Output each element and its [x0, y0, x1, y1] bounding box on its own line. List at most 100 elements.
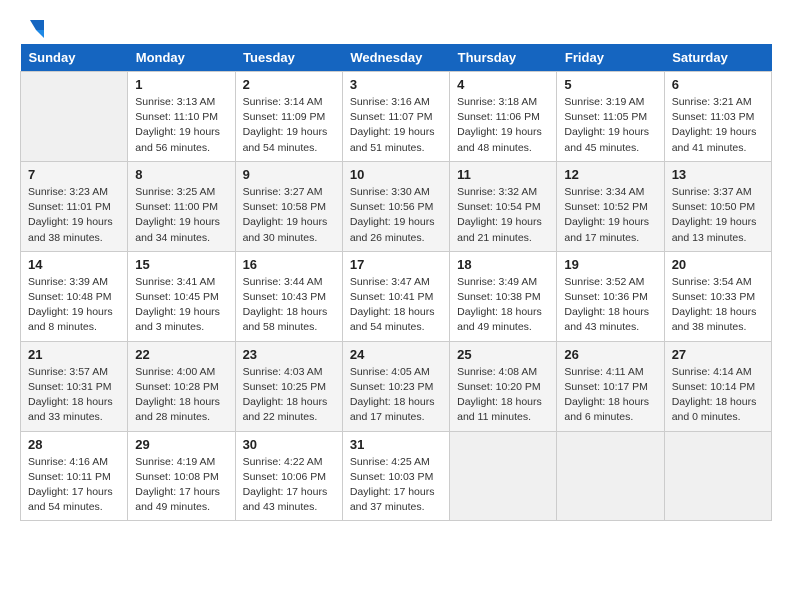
logo — [20, 16, 44, 38]
calendar-day: 6Sunrise: 3:21 AMSunset: 11:03 PMDayligh… — [664, 72, 771, 162]
day-number: 10 — [350, 167, 442, 182]
calendar-day: 26 Sunrise: 4:11 AMSunset: 10:17 PMDaylig… — [557, 341, 664, 431]
calendar-day: 7Sunrise: 3:23 AMSunset: 11:01 PMDayligh… — [21, 161, 128, 251]
day-number: 24 — [350, 347, 442, 362]
day-info: Sunrise: 3:27 AMSunset: 10:58 PMDaylight… — [243, 185, 335, 246]
calendar-week: 7Sunrise: 3:23 AMSunset: 11:01 PMDayligh… — [21, 161, 772, 251]
day-number: 7 — [28, 167, 120, 182]
calendar-day: 25 Sunrise: 4:08 AMSunset: 10:20 PMDaylig… — [450, 341, 557, 431]
calendar-day: 4 Sunrise: 3:18 AMSunset: 11:06 PMDayligh… — [450, 72, 557, 162]
header-day: Thursday — [450, 44, 557, 72]
header-day: Tuesday — [235, 44, 342, 72]
calendar-day — [557, 431, 664, 521]
day-number: 4 — [457, 77, 549, 92]
day-number: 28 — [28, 437, 120, 452]
calendar-day: 5 Sunrise: 3:19 AMSunset: 11:05 PMDayligh… — [557, 72, 664, 162]
calendar-day — [664, 431, 771, 521]
day-info: Sunrise: 4:03 AMSunset: 10:25 PMDaylight… — [243, 365, 335, 426]
header-day: Monday — [128, 44, 235, 72]
day-info: Sunrise: 3:14 AMSunset: 11:09 PMDaylight… — [243, 95, 335, 156]
calendar-table: SundayMondayTuesdayWednesdayThursdayFrid… — [20, 44, 772, 521]
calendar-day: 12Sunrise: 3:34 AMSunset: 10:52 PMDaylig… — [557, 161, 664, 251]
calendar-day: 21 Sunrise: 3:57 AMSunset: 10:31 PMDaylig… — [21, 341, 128, 431]
day-number: 20 — [672, 257, 764, 272]
day-info: Sunrise: 3:52 AMSunset: 10:36 PMDaylight… — [564, 275, 656, 336]
calendar-day: 28 Sunrise: 4:16 AMSunset: 10:11 PMDaylig… — [21, 431, 128, 521]
calendar-day: 18 Sunrise: 3:49 AMSunset: 10:38 PMDaylig… — [450, 251, 557, 341]
day-info: Sunrise: 4:08 AMSunset: 10:20 PMDaylight… — [457, 365, 549, 426]
day-info: Sunrise: 3:13 AMSunset: 11:10 PMDaylight… — [135, 95, 227, 156]
day-number: 18 — [457, 257, 549, 272]
day-info: Sunrise: 4:16 AMSunset: 10:11 PMDaylight… — [28, 455, 120, 516]
header-day: Wednesday — [342, 44, 449, 72]
day-info: Sunrise: 3:47 AMSunset: 10:41 PMDaylight… — [350, 275, 442, 336]
calendar-day: 19 Sunrise: 3:52 AMSunset: 10:36 PMDaylig… — [557, 251, 664, 341]
day-number: 23 — [243, 347, 335, 362]
day-info: Sunrise: 4:25 AMSunset: 10:03 PMDaylight… — [350, 455, 442, 516]
day-number: 21 — [28, 347, 120, 362]
calendar-day: 9 Sunrise: 3:27 AMSunset: 10:58 PMDayligh… — [235, 161, 342, 251]
day-info: Sunrise: 3:44 AMSunset: 10:43 PMDaylight… — [243, 275, 335, 336]
day-number: 15 — [135, 257, 227, 272]
day-info: Sunrise: 3:18 AMSunset: 11:06 PMDaylight… — [457, 95, 549, 156]
calendar-day: 14Sunrise: 3:39 AMSunset: 10:48 PMDaylig… — [21, 251, 128, 341]
day-info: Sunrise: 3:25 AMSunset: 11:00 PMDaylight… — [135, 185, 227, 246]
day-number: 19 — [564, 257, 656, 272]
header-day: Sunday — [21, 44, 128, 72]
calendar-week: 21 Sunrise: 3:57 AMSunset: 10:31 PMDaylig… — [21, 341, 772, 431]
calendar-week: 14Sunrise: 3:39 AMSunset: 10:48 PMDaylig… — [21, 251, 772, 341]
calendar-day: 16 Sunrise: 3:44 AMSunset: 10:43 PMDaylig… — [235, 251, 342, 341]
calendar-day: 10 Sunrise: 3:30 AMSunset: 10:56 PMDaylig… — [342, 161, 449, 251]
day-number: 26 — [564, 347, 656, 362]
day-info: Sunrise: 4:22 AMSunset: 10:06 PMDaylight… — [243, 455, 335, 516]
day-info: Sunrise: 4:05 AMSunset: 10:23 PMDaylight… — [350, 365, 442, 426]
day-number: 17 — [350, 257, 442, 272]
day-number: 30 — [243, 437, 335, 452]
header-day: Friday — [557, 44, 664, 72]
day-info: Sunrise: 3:37 AMSunset: 10:50 PMDaylight… — [672, 185, 764, 246]
calendar-day: 30 Sunrise: 4:22 AMSunset: 10:06 PMDaylig… — [235, 431, 342, 521]
day-info: Sunrise: 3:16 AMSunset: 11:07 PMDaylight… — [350, 95, 442, 156]
day-info: Sunrise: 4:14 AMSunset: 10:14 PMDaylight… — [672, 365, 764, 426]
calendar-day: 29Sunrise: 4:19 AMSunset: 10:08 PMDaylig… — [128, 431, 235, 521]
calendar-day: 31 Sunrise: 4:25 AMSunset: 10:03 PMDaylig… — [342, 431, 449, 521]
calendar-day: 23 Sunrise: 4:03 AMSunset: 10:25 PMDaylig… — [235, 341, 342, 431]
day-info: Sunrise: 3:39 AMSunset: 10:48 PMDaylight… — [28, 275, 120, 336]
day-number: 2 — [243, 77, 335, 92]
day-number: 25 — [457, 347, 549, 362]
day-number: 11 — [457, 167, 549, 182]
calendar-day: 3 Sunrise: 3:16 AMSunset: 11:07 PMDayligh… — [342, 72, 449, 162]
day-info: Sunrise: 3:54 AMSunset: 10:33 PMDaylight… — [672, 275, 764, 336]
calendar-day — [450, 431, 557, 521]
day-info: Sunrise: 3:57 AMSunset: 10:31 PMDaylight… — [28, 365, 120, 426]
day-number: 13 — [672, 167, 764, 182]
calendar-week: 28 Sunrise: 4:16 AMSunset: 10:11 PMDaylig… — [21, 431, 772, 521]
day-number: 16 — [243, 257, 335, 272]
calendar-day: 2 Sunrise: 3:14 AMSunset: 11:09 PMDayligh… — [235, 72, 342, 162]
header-day: Saturday — [664, 44, 771, 72]
day-info: Sunrise: 4:00 AMSunset: 10:28 PMDaylight… — [135, 365, 227, 426]
page-header — [20, 16, 772, 38]
calendar-day: 27 Sunrise: 4:14 AMSunset: 10:14 PMDaylig… — [664, 341, 771, 431]
day-info: Sunrise: 3:34 AMSunset: 10:52 PMDaylight… — [564, 185, 656, 246]
calendar-day: 11 Sunrise: 3:32 AMSunset: 10:54 PMDaylig… — [450, 161, 557, 251]
calendar-day: 1Sunrise: 3:13 AMSunset: 11:10 PMDayligh… — [128, 72, 235, 162]
calendar-week: 1Sunrise: 3:13 AMSunset: 11:10 PMDayligh… — [21, 72, 772, 162]
day-info: Sunrise: 3:19 AMSunset: 11:05 PMDaylight… — [564, 95, 656, 156]
day-number: 8 — [135, 167, 227, 182]
calendar-day: 20 Sunrise: 3:54 AMSunset: 10:33 PMDaylig… — [664, 251, 771, 341]
day-number: 3 — [350, 77, 442, 92]
calendar-day: 13 Sunrise: 3:37 AMSunset: 10:50 PMDaylig… — [664, 161, 771, 251]
day-info: Sunrise: 3:30 AMSunset: 10:56 PMDaylight… — [350, 185, 442, 246]
day-number: 9 — [243, 167, 335, 182]
day-number: 6 — [672, 77, 764, 92]
day-number: 5 — [564, 77, 656, 92]
day-number: 31 — [350, 437, 442, 452]
calendar-body: 1Sunrise: 3:13 AMSunset: 11:10 PMDayligh… — [21, 72, 772, 521]
day-info: Sunrise: 3:41 AMSunset: 10:45 PMDaylight… — [135, 275, 227, 336]
header-row: SundayMondayTuesdayWednesdayThursdayFrid… — [21, 44, 772, 72]
day-info: Sunrise: 3:32 AMSunset: 10:54 PMDaylight… — [457, 185, 549, 246]
day-info: Sunrise: 3:49 AMSunset: 10:38 PMDaylight… — [457, 275, 549, 336]
day-number: 27 — [672, 347, 764, 362]
day-info: Sunrise: 4:11 AMSunset: 10:17 PMDaylight… — [564, 365, 656, 426]
